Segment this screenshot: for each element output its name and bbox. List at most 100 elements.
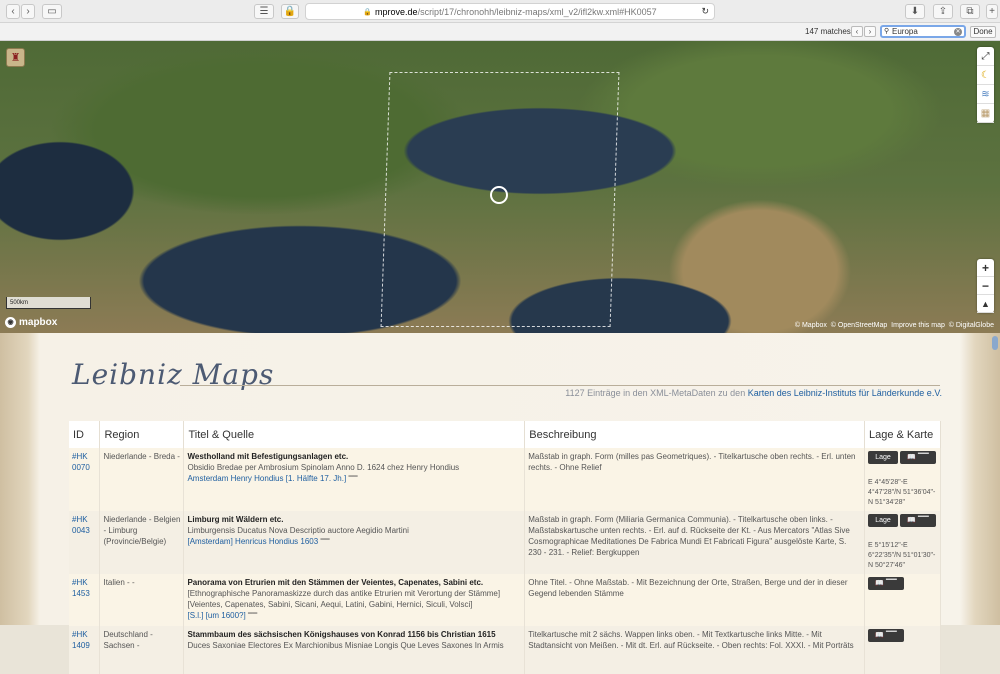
- title-divider: [180, 385, 940, 386]
- lock-small-icon: 🔒: [363, 8, 373, 16]
- cell-id: #HK 1453: [69, 574, 101, 626]
- external-link-icon[interactable]: ▔▔: [320, 540, 329, 546]
- maps-table: ID Region Titel & Quelle Beschreibung La…: [69, 421, 941, 674]
- cell-description: Titelkartusche mit 2 sächs. Wappen links…: [524, 626, 865, 674]
- cell-location: 📖 ▔▔: [864, 574, 941, 626]
- external-link-icon[interactable]: ▔▔: [248, 614, 257, 620]
- institute-link[interactable]: Karten des Leibniz-Instituts für Länderk…: [748, 388, 942, 398]
- zoom-controls: + − ▲: [977, 259, 994, 313]
- coordinates: E 4°45'28"-E 4°47'28"/N 51°36'04"-N 51°3…: [868, 479, 936, 506]
- map-source: [Ethnographische Panoramaskizze durch da…: [187, 589, 501, 609]
- subtitle-text: 1127 Einträge in den XML-MetaDaten zu de…: [565, 388, 748, 398]
- map-style-controls: ⤢ ☾ ≋ ▦: [977, 47, 994, 123]
- map-scale: 500km: [6, 297, 91, 309]
- table-row: #HK 0070 Niederlande - Breda - Westholland…: [69, 448, 941, 511]
- cell-title-source: Westholland mit Befestigungsanlagen etc.…: [183, 448, 526, 511]
- cell-description: Ohne Titel. - Ohne Maßstab. - Mit Bezeic…: [524, 574, 865, 626]
- cell-title-source: Stammbaum des sächsischen Königshauses v…: [183, 626, 526, 674]
- compass-icon[interactable]: ▲: [977, 295, 994, 313]
- cell-region: Niederlande - Belgien - Limburg (Provinc…: [99, 511, 185, 574]
- sidebar-icon[interactable]: ▭: [42, 4, 62, 19]
- open-map-book-icon[interactable]: 📖 ▔▔: [868, 629, 904, 642]
- map-source: Obsidio Bredae per Ambrosium Spinolam An…: [187, 463, 460, 472]
- map-source: Limburgensis Ducatus Nova Descriptio auc…: [187, 526, 409, 535]
- row-id-link[interactable]: #HK 0043: [72, 515, 90, 535]
- map-view[interactable]: ♜ ⤢ ☾ ≋ ▦ + − ▲ 500km ◉ mapbox © Mapbox …: [0, 41, 1000, 333]
- map-source: Duces Saxoniae Electores Ex Marchionibus…: [187, 641, 504, 650]
- address-bar[interactable]: 🔒 mprove.de/script/17/chronohh/leibniz-m…: [305, 3, 715, 20]
- open-map-book-icon[interactable]: 📖 ▔▔: [900, 514, 936, 527]
- col-header-region[interactable]: Region: [99, 421, 185, 448]
- row-id-link[interactable]: #HK 1409: [72, 630, 90, 650]
- fullscreen-icon[interactable]: ⤢: [977, 47, 994, 66]
- lock-icon: 🔒: [281, 4, 299, 19]
- map-title: Limburg mit Wäldern etc.: [187, 515, 284, 524]
- row-id-link[interactable]: #HK 1453: [72, 578, 90, 598]
- open-map-book-icon[interactable]: 📖 ▔▔: [868, 577, 904, 590]
- find-input[interactable]: ⚲ Europa ✕: [880, 25, 966, 38]
- cell-id: #HK 0070: [69, 448, 101, 511]
- zoom-in-button[interactable]: +: [977, 259, 994, 277]
- terrain-style-icon[interactable]: ≋: [977, 85, 994, 104]
- cell-location: 📖 ▔▔: [864, 626, 941, 674]
- reload-icon[interactable]: ↻: [701, 6, 709, 17]
- cell-location: Lage 📖 ▔▔ E 4°45'28"-E 4°47'28"/N 51°36'04…: [864, 448, 941, 511]
- forward-button[interactable]: ›: [21, 4, 35, 19]
- col-header-id[interactable]: ID: [69, 421, 101, 448]
- mapbox-logo[interactable]: ◉ mapbox: [5, 317, 57, 328]
- coordinates: E 5°15'12"-E 6°22'35"/N 51°01'30"-N 50°2…: [868, 542, 936, 569]
- tabs-icon[interactable]: ⧉: [960, 4, 980, 19]
- col-header-description[interactable]: Beschreibung: [524, 421, 865, 448]
- page-content: Leibniz Maps 1127 Einträge in den XML-Me…: [0, 333, 1000, 674]
- back-button[interactable]: ‹: [6, 4, 20, 19]
- find-match-count: 147 matches: [805, 27, 851, 36]
- col-header-location[interactable]: Lage & Karte: [864, 421, 941, 448]
- map-publisher-link[interactable]: [Amsterdam] Henricus Hondius 1603: [187, 537, 318, 546]
- page-scrollbar[interactable]: [992, 336, 998, 350]
- cell-description: Maßstab in graph. Form (milles pas Geome…: [524, 448, 865, 511]
- row-id-link[interactable]: #HK 0070: [72, 452, 90, 472]
- map-publisher-link[interactable]: Amsterdam Henry Hondius [1. Hälfte 17. J…: [187, 474, 346, 483]
- cell-region: Italien - -: [99, 574, 185, 626]
- find-next-button[interactable]: ›: [864, 26, 876, 37]
- cell-title-source: Panorama von Etrurien mit den Stämmen de…: [183, 574, 526, 626]
- cell-title-source: Limburg mit Wäldern etc. Limburgensis Duc…: [183, 511, 526, 574]
- find-done-button[interactable]: Done: [970, 26, 996, 38]
- new-tab-button[interactable]: +: [986, 4, 998, 19]
- page-title: Leibniz Maps: [72, 358, 275, 391]
- table-row: #HK 1409 Deutschland - Sachsen - Stammbaum…: [69, 626, 941, 674]
- map-cursor-marker: [490, 186, 508, 204]
- download-icon[interactable]: ⬇: [905, 4, 925, 19]
- page-subtitle: 1127 Einträge in den XML-MetaDaten zu de…: [565, 388, 942, 398]
- open-map-book-icon[interactable]: 📖 ▔▔: [900, 451, 936, 464]
- url-path: /script/17/chronohh/leibniz-maps/xml_v2/…: [417, 6, 657, 17]
- browser-toolbar: ‹ › ▭ ☰ 🔒 🔒 mprove.de/script/17/chronohh…: [0, 0, 1000, 23]
- reader-icon[interactable]: ☰: [254, 4, 274, 19]
- col-header-title[interactable]: Titel & Quelle: [183, 421, 526, 448]
- parchment-style-icon[interactable]: ▦: [977, 104, 994, 123]
- night-style-icon[interactable]: ☾: [977, 66, 994, 85]
- map-attribution[interactable]: © Mapbox © OpenStreetMap Improve this ma…: [795, 322, 994, 329]
- cell-location: Lage 📖 ▔▔ E 5°15'12"-E 6°22'35"/N 51°01'30…: [864, 511, 941, 574]
- table-header-row: ID Region Titel & Quelle Beschreibung La…: [69, 421, 941, 448]
- share-icon[interactable]: ⇪: [933, 4, 953, 19]
- mapbox-icon: ◉: [5, 317, 16, 328]
- map-title: Stammbaum des sächsischen Königshauses v…: [187, 630, 496, 639]
- find-bar: 147 matches ‹ › ⚲ Europa ✕ Done: [0, 23, 1000, 41]
- external-link-icon[interactable]: ▔▔: [348, 477, 357, 483]
- coat-of-arms-icon[interactable]: ♜: [6, 48, 25, 67]
- lage-button[interactable]: Lage: [868, 514, 898, 527]
- table-row: #HK 0043 Niederlande - Belgien - Limburg …: [69, 511, 941, 574]
- cell-description: Maßstab in graph. Form (Miliaria Germani…: [524, 511, 865, 574]
- zoom-out-button[interactable]: −: [977, 277, 994, 295]
- cell-id: #HK 0043: [69, 511, 101, 574]
- map-publisher-link[interactable]: [S.l.] [um 1600?]: [187, 611, 245, 620]
- mapbox-logo-text: mapbox: [19, 317, 58, 328]
- cell-region: Deutschland - Sachsen -: [99, 626, 185, 674]
- find-clear-icon[interactable]: ✕: [954, 28, 962, 36]
- find-search-icon: ⚲: [884, 28, 890, 35]
- lage-button[interactable]: Lage: [868, 451, 898, 464]
- find-query: Europa: [892, 27, 918, 36]
- map-title: Westholland mit Befestigungsanlagen etc.: [187, 452, 349, 461]
- find-prev-button[interactable]: ‹: [851, 26, 863, 37]
